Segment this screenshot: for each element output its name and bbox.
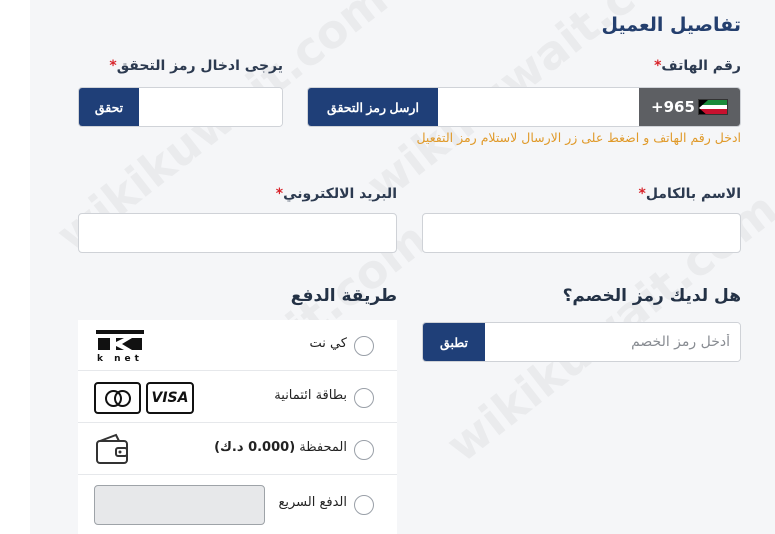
wallet-radio[interactable]	[354, 440, 374, 460]
phone-input-group: ارسل رمز التحقق +965	[307, 87, 741, 127]
payment-option-credit-card[interactable]: بطاقة ائتمانية VISA	[78, 372, 397, 423]
credit-card-label: بطاقة ائتمانية	[274, 388, 347, 403]
apply-coupon-button[interactable]: تطبق	[423, 323, 485, 361]
knet-radio[interactable]	[354, 336, 374, 356]
phone-label: رقم الهاتف*	[650, 58, 741, 74]
payment-heading: طريقة الدفع	[290, 286, 397, 306]
email-label-text: البريد الالكتروني	[283, 186, 397, 202]
verification-input-group: تحقق	[78, 87, 283, 127]
quick-pay-button-placeholder[interactable]	[94, 485, 265, 525]
verification-code-input[interactable]	[139, 88, 282, 126]
payment-option-quick-pay[interactable]: الدفع السريع	[78, 476, 397, 534]
visa-icon: VISA	[146, 382, 194, 414]
full-name-label-text: الاسم بالكامل	[645, 186, 741, 202]
left-margin	[0, 0, 30, 534]
wallet-icon	[96, 433, 128, 464]
country-code-selector[interactable]: +965	[639, 88, 740, 126]
coupon-input[interactable]	[485, 323, 740, 361]
email-input[interactable]	[78, 213, 397, 253]
email-label: البريد الالكتروني*	[272, 186, 397, 202]
phone-label-text: رقم الهاتف	[661, 58, 741, 74]
verify-button[interactable]: تحقق	[79, 88, 139, 126]
quick-pay-radio[interactable]	[354, 495, 374, 515]
coupon-input-group: تطبق	[422, 322, 741, 362]
credit-cards-icon: VISA	[94, 382, 194, 414]
send-verification-code-button[interactable]: ارسل رمز التحقق	[308, 88, 438, 126]
phone-hint: ادخل رقم الهاتف و اضغط على زر الارسال لا…	[416, 130, 741, 145]
credit-card-radio[interactable]	[354, 388, 374, 408]
svg-text:k net: k net	[97, 354, 143, 364]
page-title: تفاصيل العميل	[601, 14, 741, 36]
mastercard-icon	[94, 382, 141, 414]
full-name-label: الاسم بالكامل*	[634, 186, 741, 202]
quick-pay-label: الدفع السريع	[278, 495, 347, 510]
wallet-label: المحفظة (0.000 د.ك)	[214, 440, 347, 455]
kuwait-flag-icon	[698, 99, 728, 115]
required-mark: *	[638, 186, 646, 202]
verification-label-text: يرجى ادخال رمز التحقق	[116, 58, 283, 74]
coupon-heading: هل لديك رمز الخصم؟	[562, 286, 741, 306]
wallet-label-text: المحفظة	[299, 440, 347, 455]
verification-label: يرجى ادخال رمز التحقق*	[105, 58, 283, 74]
payment-methods-list: كي نت k net بطاقة ائتمانية VISA المحفظة …	[78, 320, 397, 534]
phone-input[interactable]	[438, 88, 640, 126]
full-name-input[interactable]	[422, 213, 741, 253]
required-mark: *	[109, 58, 117, 74]
wallet-balance: (0.000 د.ك)	[214, 440, 296, 455]
knet-logo-icon: k net	[96, 330, 144, 364]
payment-option-wallet[interactable]: المحفظة (0.000 د.ك)	[78, 424, 397, 475]
knet-label: كي نت	[309, 336, 347, 351]
country-code-text: +965	[651, 98, 695, 116]
payment-option-knet[interactable]: كي نت k net	[78, 320, 397, 371]
